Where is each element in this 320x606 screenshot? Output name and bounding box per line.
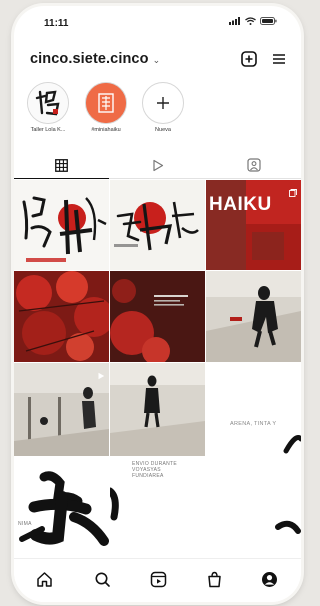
haiku-title: HAIKU: [209, 194, 272, 215]
post-ink-kanji-image: [19, 471, 109, 546]
phone-screen: 11:11 cinco.siete.cinco ⌄ Taller Lola K.…: [14, 6, 301, 602]
grid-icon: [55, 158, 68, 172]
carousel-icon: [289, 184, 297, 202]
grid-post[interactable]: [14, 180, 109, 270]
grid-post[interactable]: [206, 271, 301, 362]
highlight-new[interactable]: Nueva: [135, 82, 191, 133]
post-ink-stroke-image: [275, 520, 301, 534]
post-performer-image: [206, 271, 301, 362]
kanji-cover-icon: [28, 83, 68, 123]
tab-grid[interactable]: [14, 152, 109, 179]
grid-post[interactable]: [14, 271, 109, 362]
account-switcher[interactable]: cinco.siete.cinco ⌄: [30, 51, 160, 67]
post-ink-stroke-image: [110, 487, 119, 521]
menu-icon[interactable]: [270, 50, 288, 68]
bottom-nav: [14, 558, 301, 602]
grid-post-haiku[interactable]: HAIKU: [206, 180, 301, 270]
signal-icon: [229, 17, 240, 25]
tagged-icon: [246, 158, 261, 172]
story-highlights: Taller Lola K... #miniahaiku Nueva: [14, 82, 301, 144]
post-gallery-image: [14, 363, 109, 456]
plus-icon: [157, 97, 169, 109]
home-icon[interactable]: [34, 569, 54, 589]
highlight-taller[interactable]: Taller Lola K...: [20, 82, 76, 133]
highlight-label: Taller Lola K...: [30, 127, 66, 133]
status-icons: [229, 17, 277, 25]
posts-grid: HAIKU ARENA, TINTA Y NIMA ENVIO DURANTE …: [14, 180, 301, 550]
grid-post[interactable]: NIMA: [14, 457, 109, 550]
battery-icon: [260, 17, 277, 25]
grid-post[interactable]: [110, 363, 205, 456]
profile-header: cinco.siete.cinco ⌄: [14, 42, 301, 78]
post-performer-image: [110, 363, 205, 456]
add-post-icon[interactable]: [240, 50, 258, 68]
grid-post[interactable]: [110, 180, 205, 270]
status-bar: 11:11: [14, 6, 301, 36]
wifi-icon: [245, 17, 256, 25]
highlight-cover: [142, 82, 184, 124]
profile-icon[interactable]: [259, 569, 279, 589]
grid-post[interactable]: ARENA, TINTA Y: [206, 363, 301, 456]
orange-seal-icon: [86, 83, 126, 123]
post-dark-red-image: [110, 271, 205, 362]
post-ink-stroke-image: [283, 435, 301, 454]
profile-tabs: [14, 152, 301, 179]
grid-post[interactable]: [206, 457, 301, 550]
username: cinco.siete.cinco: [30, 51, 149, 67]
play-icon: [153, 159, 164, 171]
grid-post[interactable]: ENVIO DURANTE VOYASYAS FUNDIAREA: [110, 457, 205, 550]
post-calligraphy-image: [114, 201, 199, 251]
tab-tagged[interactable]: [206, 152, 301, 178]
post-calligraphy-image: [22, 196, 107, 262]
highlight-minihaiku[interactable]: #miniahaiku: [78, 82, 134, 133]
reel-icon: [97, 367, 105, 385]
shop-icon[interactable]: [204, 569, 224, 589]
chevron-down-icon: ⌄: [152, 54, 161, 65]
highlight-cover: [85, 82, 127, 124]
post-red-foliage-image: [14, 271, 109, 362]
highlight-label: Nueva: [155, 127, 171, 133]
search-icon[interactable]: [92, 569, 112, 589]
tab-reels[interactable]: [110, 152, 205, 178]
grid-post[interactable]: [110, 271, 205, 362]
highlight-label: #miniahaiku: [91, 127, 121, 133]
reels-icon[interactable]: [148, 569, 168, 589]
status-time: 11:11: [44, 18, 69, 29]
grid-post[interactable]: [14, 363, 109, 456]
highlight-cover: [27, 82, 69, 124]
